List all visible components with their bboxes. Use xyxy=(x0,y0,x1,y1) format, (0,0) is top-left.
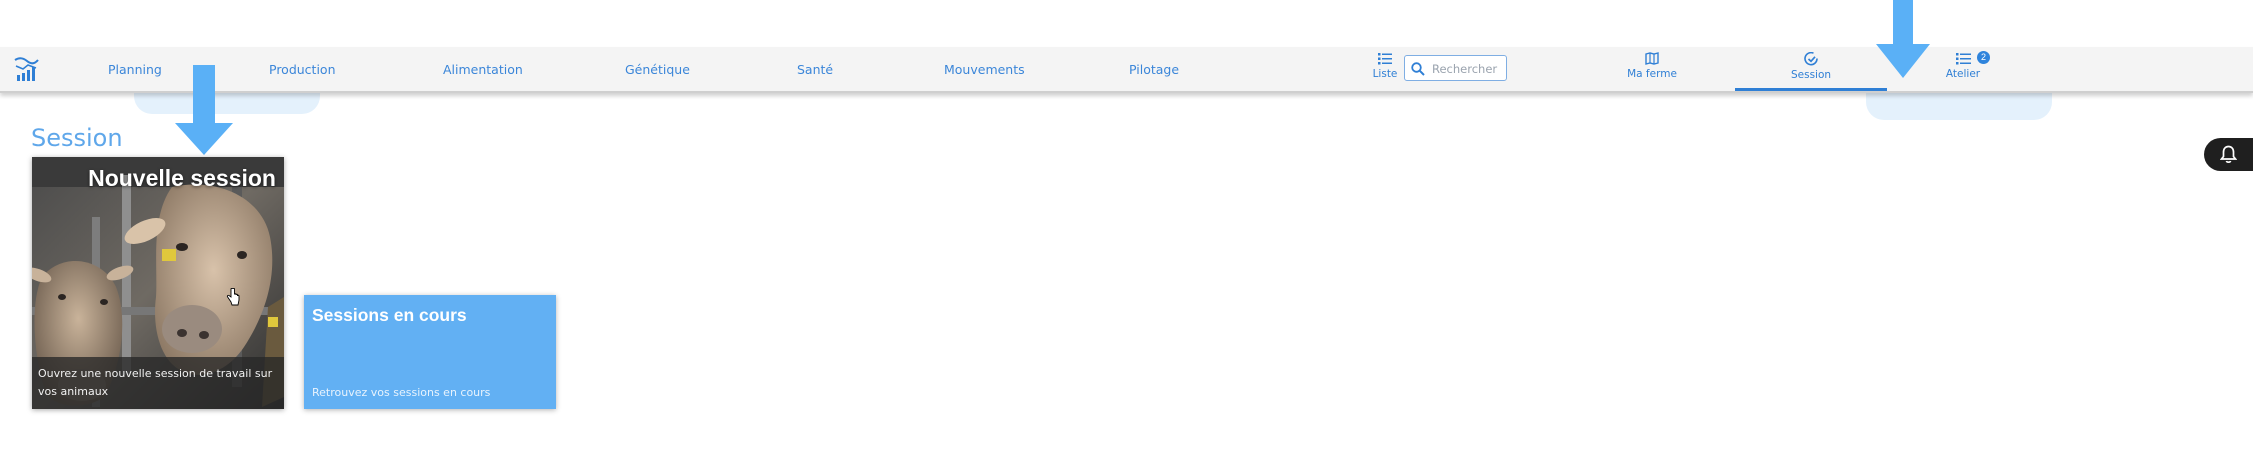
app-logo-icon[interactable] xyxy=(12,55,40,83)
nav-sante[interactable]: Santé xyxy=(797,62,833,77)
active-tab-indicator xyxy=(1735,88,1887,91)
hint-arrow-icon xyxy=(1876,0,1930,78)
current-sessions-description: Retrouvez vos sessions en cours xyxy=(312,386,491,399)
tab-ma-ferme-label: Ma ferme xyxy=(1627,68,1677,80)
nav-genetique[interactable]: Génétique xyxy=(625,62,690,77)
new-session-title: Nouvelle session xyxy=(88,165,276,191)
search-field[interactable] xyxy=(1404,55,1507,81)
list-icon xyxy=(1955,53,1971,65)
tab-liste-label: Liste xyxy=(1372,68,1398,80)
notifications-button[interactable] xyxy=(2204,138,2253,171)
search-icon xyxy=(1411,62,1425,76)
highlight-shape xyxy=(1866,91,2052,120)
search-input[interactable] xyxy=(1432,60,1504,77)
check-circle-icon xyxy=(1803,52,1818,66)
list-icon xyxy=(1378,53,1392,65)
new-session-caption: Ouvrez une nouvelle session de travail s… xyxy=(32,357,284,409)
tab-atelier-label: Atelier xyxy=(1945,68,1981,80)
new-session-card[interactable]: Nouvelle session Ouvrez une nouvelle ses… xyxy=(32,157,284,409)
map-icon xyxy=(1645,52,1659,65)
bell-icon xyxy=(2220,145,2237,164)
nav-alimentation[interactable]: Alimentation xyxy=(443,62,523,77)
current-sessions-title: Sessions en cours xyxy=(312,305,467,325)
tab-session-label: Session xyxy=(1790,69,1832,81)
hint-arrow-icon xyxy=(175,65,233,155)
page-title: Session xyxy=(31,124,123,152)
hand-cursor-icon xyxy=(226,288,240,306)
new-session-description: Ouvrez une nouvelle session de travail s… xyxy=(38,367,273,398)
atelier-count-badge: 2 xyxy=(1977,51,1990,64)
tab-session[interactable]: Session xyxy=(1785,52,1837,81)
nav-planning[interactable]: Planning xyxy=(108,62,162,77)
tab-liste[interactable]: Liste xyxy=(1370,52,1400,80)
nav-mouvements[interactable]: Mouvements xyxy=(944,62,1025,77)
nav-pilotage[interactable]: Pilotage xyxy=(1129,62,1179,77)
nav-production[interactable]: Production xyxy=(269,62,336,77)
tab-ma-ferme[interactable]: Ma ferme xyxy=(1620,52,1684,80)
current-sessions-card[interactable]: Sessions en cours Retrouvez vos sessions… xyxy=(304,295,556,409)
